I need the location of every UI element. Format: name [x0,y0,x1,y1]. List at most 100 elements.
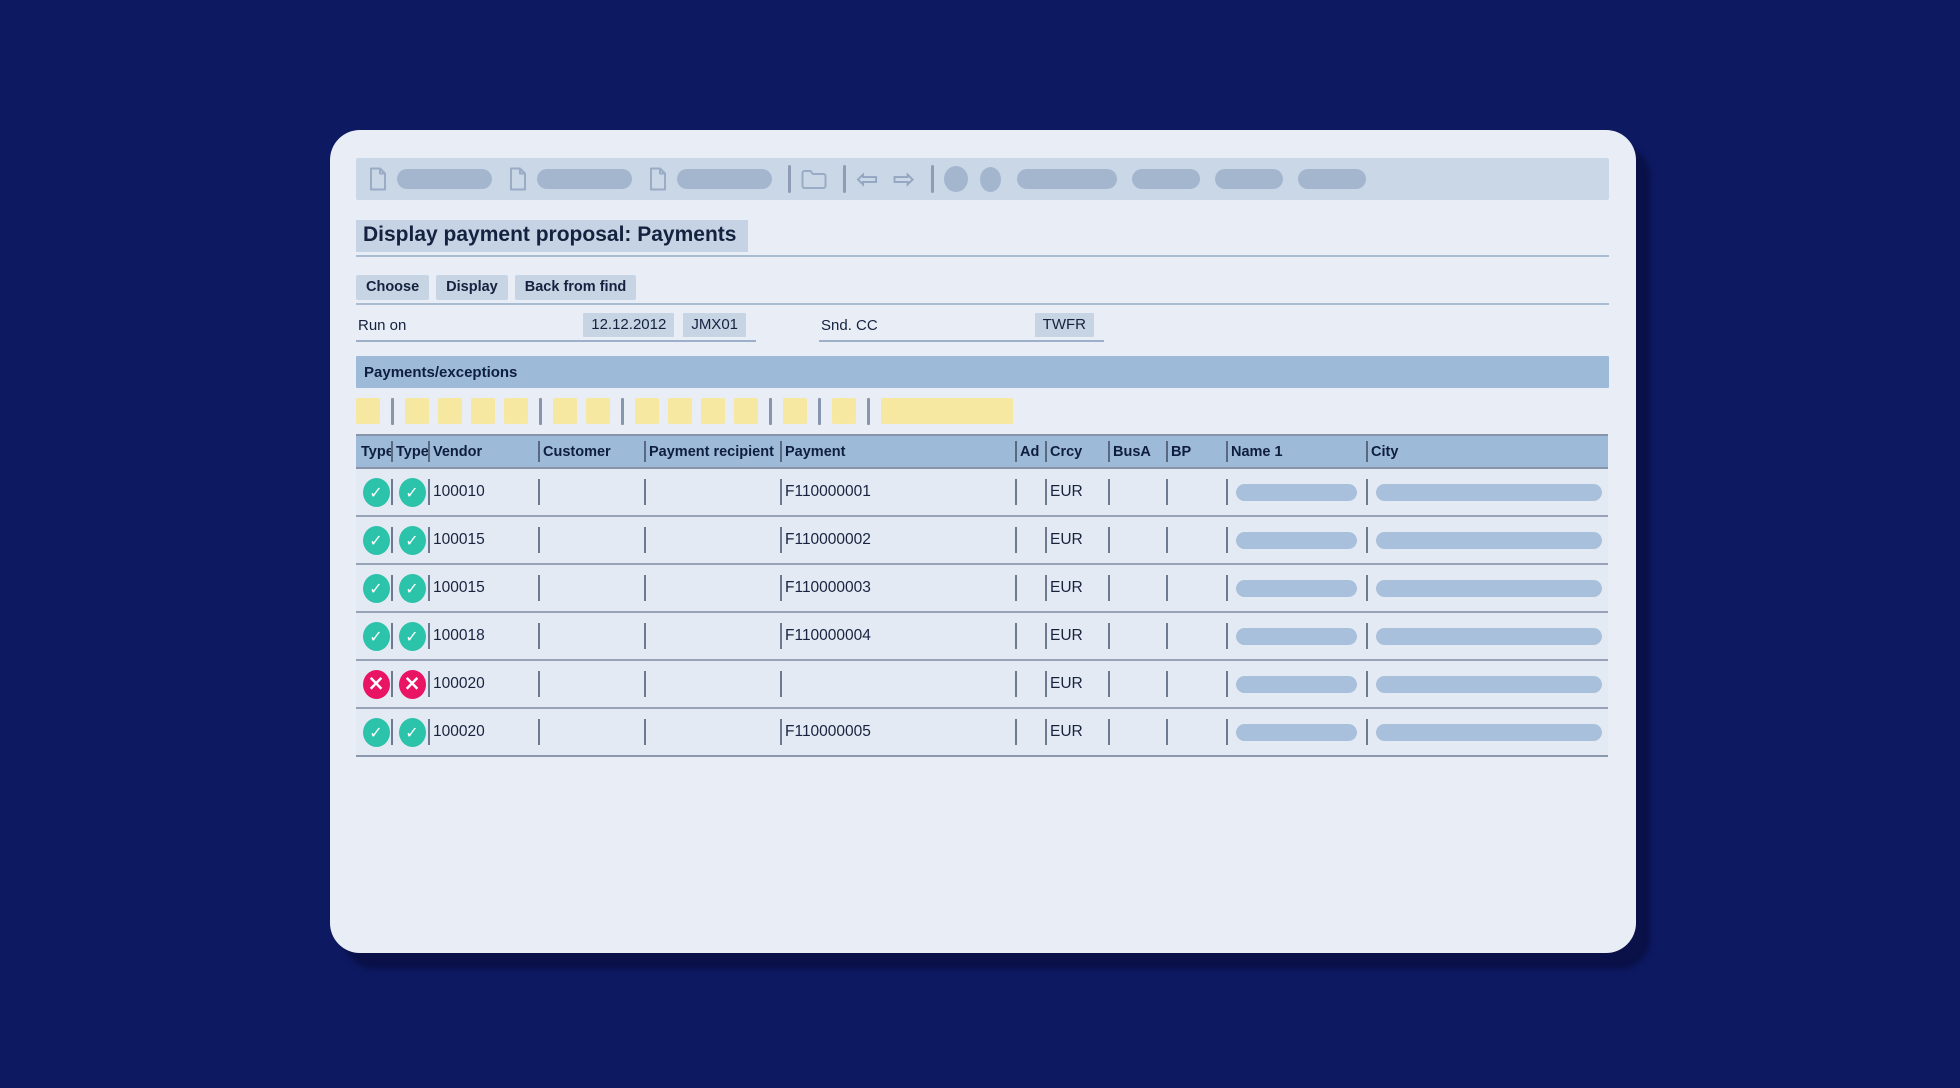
payment-row[interactable]: 100018 F110000004 EUR [356,612,1608,660]
toolbar-button-placeholder[interactable] [944,166,968,192]
column-header-ad[interactable]: Ad [1015,435,1045,468]
customer-cell [538,612,644,660]
column-header-type1[interactable]: Type [356,435,391,468]
page-title: Display payment proposal: Payments [356,220,748,252]
busa-cell [1108,708,1166,756]
folder-icon[interactable] [801,169,827,190]
payment-row[interactable]: 100010 F110000001 EUR [356,468,1608,516]
city-placeholder-pill [1376,628,1602,645]
name1-cell [1226,660,1366,708]
table-toolbar-divider [621,398,624,425]
column-header-payment[interactable]: Payment [780,435,1015,468]
snd-cc-value[interactable]: TWFR [1035,313,1094,337]
payment-row[interactable]: 100015 F110000002 EUR [356,516,1608,564]
table-toolbar-button-placeholder[interactable] [635,398,659,424]
toolbar-button-placeholder[interactable] [1017,169,1117,189]
run-on-label: Run on [358,317,406,334]
customer-cell [538,660,644,708]
column-header-customer[interactable]: Customer [538,435,644,468]
column-header-bp[interactable]: BP [1166,435,1226,468]
ad-cell [1015,564,1045,612]
vendor-cell: 100015 [428,564,538,612]
payment-cell: F110000002 [780,516,1015,564]
table-toolbar-divider [867,398,870,425]
column-header-city[interactable]: City [1366,435,1608,468]
table-toolbar-button-placeholder[interactable] [668,398,692,424]
table-toolbar [356,396,1609,426]
display-button[interactable]: Display [436,275,508,300]
table-toolbar-button-placeholder[interactable] [701,398,725,424]
table-toolbar-button-placeholder[interactable] [734,398,758,424]
document-icon[interactable] [648,167,668,191]
table-toolbar-button-placeholder[interactable] [471,398,495,424]
table-toolbar-button-placeholder[interactable] [586,398,610,424]
city-cell [1366,516,1608,564]
toolbar-field-placeholder[interactable] [537,169,632,189]
payment-recipient-cell [644,612,780,660]
type-status-cell [356,660,391,708]
choose-button[interactable]: Choose [356,275,429,300]
check-circle-icon [399,526,426,555]
type-status-cell [391,708,428,756]
name1-cell [1226,612,1366,660]
payment-cell: F110000005 [780,708,1015,756]
table-toolbar-button-placeholder[interactable] [438,398,462,424]
type-status-cell [356,708,391,756]
table-toolbar-button-placeholder[interactable] [783,398,807,424]
crcy-cell: EUR [1045,660,1108,708]
action-button-row: Choose Display Back from find [356,275,1609,305]
name1-placeholder-pill [1236,628,1357,645]
table-toolbar-button-placeholder[interactable] [553,398,577,424]
toolbar-field-placeholder[interactable] [677,169,772,189]
payment-row[interactable]: 100020 F110000005 EUR [356,708,1608,756]
table-toolbar-field-placeholder[interactable] [881,398,1013,424]
payment-row[interactable]: 100020 EUR [356,660,1608,708]
run-on-id-value[interactable]: JMX01 [683,313,746,337]
ad-cell [1015,612,1045,660]
bp-cell [1166,468,1226,516]
column-header-name1[interactable]: Name 1 [1226,435,1366,468]
name1-placeholder-pill [1236,580,1357,597]
bp-cell [1166,708,1226,756]
column-header-type2[interactable]: Type [391,435,428,468]
payment-cell [780,660,1015,708]
column-header-vendor[interactable]: Vendor [428,435,538,468]
run-on-field-group: Run on 12.12.2012 JMX01 [356,313,756,342]
arrow-right-icon[interactable]: ⇨ [893,166,916,193]
app-window: ⇦ ⇨ Display payment proposal: Payments C… [330,130,1636,953]
table-toolbar-button-placeholder[interactable] [405,398,429,424]
table-toolbar-button-placeholder[interactable] [504,398,528,424]
filter-row: Run on 12.12.2012 JMX01 Snd. CC TWFR [356,313,1609,342]
toolbar-button-placeholder[interactable] [1215,169,1283,189]
document-icon[interactable] [368,167,388,191]
back-from-find-button[interactable]: Back from find [515,275,637,300]
column-header-payment-recipient[interactable]: Payment recipient [644,435,780,468]
bp-cell [1166,516,1226,564]
payment-recipient-cell [644,468,780,516]
crcy-cell: EUR [1045,468,1108,516]
toolbar-button-placeholder[interactable] [980,167,1001,192]
table-toolbar-button-placeholder[interactable] [832,398,856,424]
payment-row[interactable]: 100015 F110000003 EUR [356,564,1608,612]
table-toolbar-divider [539,398,542,425]
type-status-cell [356,564,391,612]
arrow-left-icon[interactable]: ⇦ [856,166,879,193]
table-toolbar-button-placeholder[interactable] [356,398,380,424]
city-cell [1366,468,1608,516]
check-circle-icon [363,574,390,603]
run-on-date-value[interactable]: 12.12.2012 [583,313,674,337]
name1-placeholder-pill [1236,484,1357,501]
payment-cell: F110000003 [780,564,1015,612]
column-header-busa[interactable]: BusA [1108,435,1166,468]
crcy-cell: EUR [1045,612,1108,660]
check-circle-icon [399,478,426,507]
toolbar-field-placeholder[interactable] [397,169,492,189]
toolbar-button-placeholder[interactable] [1298,169,1366,189]
name1-cell [1226,516,1366,564]
payment-recipient-cell [644,660,780,708]
crcy-cell: EUR [1045,564,1108,612]
toolbar-button-placeholder[interactable] [1132,169,1200,189]
document-icon[interactable] [508,167,528,191]
check-circle-icon [399,622,426,651]
column-header-crcy[interactable]: Crcy [1045,435,1108,468]
